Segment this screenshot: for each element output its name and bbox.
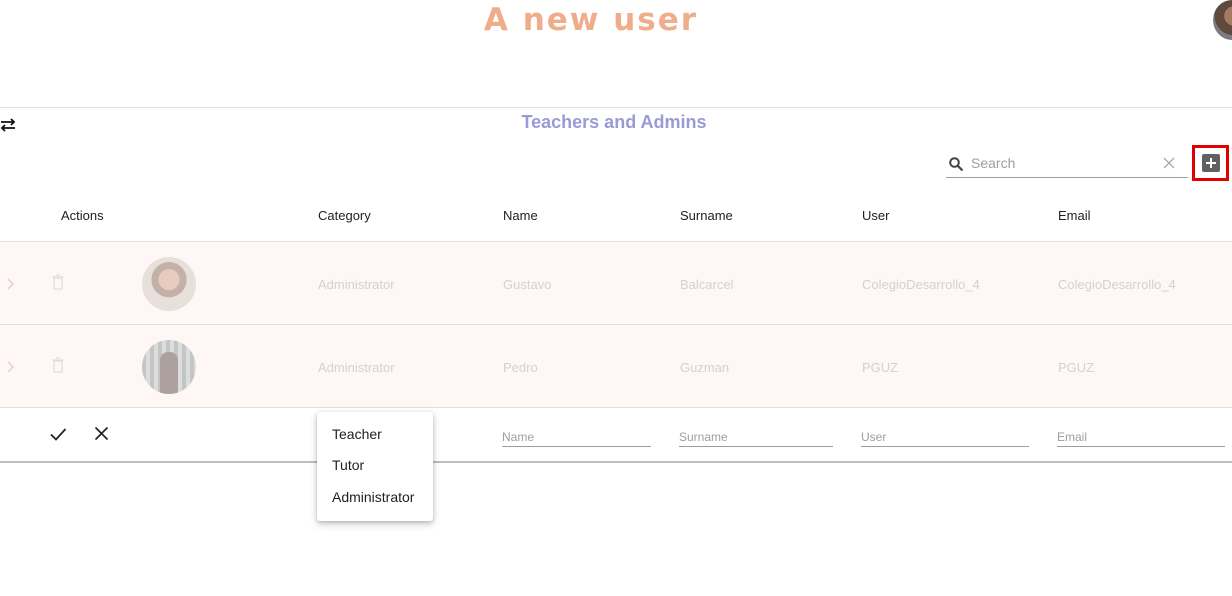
column-header-category[interactable]: Category [318,208,371,223]
add-user-button[interactable] [1192,145,1229,181]
chevron-right-icon[interactable] [5,360,15,374]
table-title: Teachers and Admins [521,112,707,132]
table-row: Administrator Gustavo Balcarcel ColegioD… [0,242,1232,325]
trash-icon[interactable] [52,357,64,373]
table-header: Actions Category Name Surname User Email [0,190,1232,242]
category-option-tutor[interactable]: Tutor [332,457,364,473]
cell-email: PGUZ [1058,360,1095,375]
user-field[interactable] [861,427,1029,447]
column-header-email[interactable]: Email [1058,208,1091,223]
cell-surname: Balcarcel [680,277,734,292]
search-field [946,148,1188,178]
category-dropdown-menu: Teacher Tutor Administrator [317,412,433,521]
cell-category: Administrator [318,277,395,292]
cell-name: Pedro [503,360,538,375]
page: A new user Teachers and Admins Actions C… [0,0,1232,596]
close-icon[interactable] [94,426,109,441]
search-icon [949,157,964,172]
check-icon[interactable] [49,425,67,443]
email-field[interactable] [1057,427,1225,447]
category-option-administrator[interactable]: Administrator [332,489,414,505]
trash-icon[interactable] [52,274,64,290]
divider [0,107,1232,108]
category-option-teacher[interactable]: Teacher [332,426,382,442]
column-header-actions: Actions [61,208,104,223]
column-header-user[interactable]: User [862,208,889,223]
close-icon[interactable] [1162,156,1176,170]
name-field[interactable] [502,427,651,447]
chevron-right-icon[interactable] [5,277,15,291]
column-header-name[interactable]: Name [503,208,538,223]
user-avatar[interactable] [1213,0,1232,40]
cell-user: ColegioDesarrollo_4 [862,277,980,292]
add-box-icon [1201,154,1220,172]
surname-field[interactable] [679,427,833,447]
cell-name: Gustavo [503,277,552,292]
column-header-surname[interactable]: Surname [680,208,733,223]
avatar [142,257,196,311]
page-title: A new user [483,2,699,38]
cell-user: PGUZ [862,360,899,375]
cell-email: ColegioDesarrollo_4 [1058,277,1176,292]
cell-category: Administrator [318,360,395,375]
new-user-row [0,408,1232,463]
cell-surname: Guzman [680,360,730,375]
search-input[interactable] [971,153,1156,173]
table-row: Administrator Pedro Guzman PGUZ PGUZ [0,325,1232,408]
avatar [142,340,196,394]
